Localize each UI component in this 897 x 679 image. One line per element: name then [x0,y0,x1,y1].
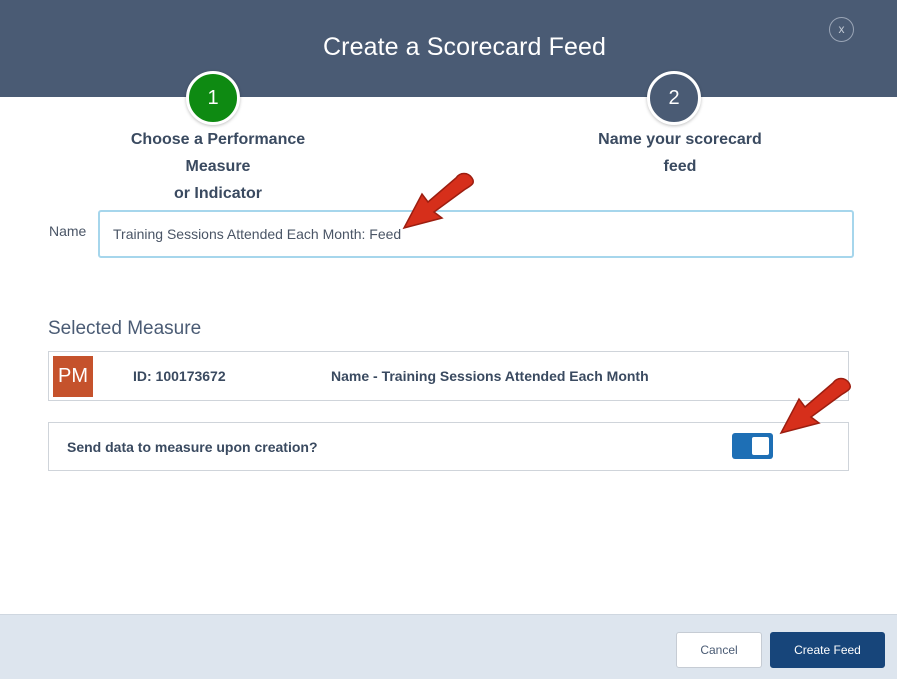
step-1-label: Choose a Performance Measure or Indicato… [98,126,338,207]
send-data-toggle[interactable] [732,433,773,459]
toggle-knob [752,437,769,455]
step-1-label-line2: or Indicator [173,185,262,202]
step-2-label-line1: Name your scorecard [598,131,762,148]
selected-measure-row: PM ID: 100173672 Name - Training Session… [48,351,849,401]
measure-type-badge: PM [53,356,93,397]
step-2-label: Name your scorecard feed [580,126,780,180]
send-data-label: Send data to measure upon creation? [67,439,318,455]
measure-id: ID: 100173672 [133,368,226,384]
selected-measure-heading: Selected Measure [48,318,202,339]
annotation-arrow-icon [402,172,475,230]
dialog-header: Create a Scorecard Feed x [0,0,897,97]
name-label: Name [49,223,87,239]
annotation-arrow-icon [779,377,852,435]
step-2-label-line2: feed [663,158,697,175]
dialog-title: Create a Scorecard Feed [322,33,606,61]
send-data-row: Send data to measure upon creation? [48,422,849,471]
measure-name: Name - Training Sessions Attended Each M… [331,368,649,384]
step-1-indicator: 1 [186,71,240,125]
create-feed-button[interactable]: Create Feed [770,632,885,668]
step-1-label-line1: Choose a Performance Measure [130,131,306,175]
cancel-button[interactable]: Cancel [676,632,762,668]
dialog-footer: Cancel Create Feed [0,614,897,679]
close-button[interactable]: x [829,17,854,42]
step-2-indicator: 2 [647,71,701,125]
